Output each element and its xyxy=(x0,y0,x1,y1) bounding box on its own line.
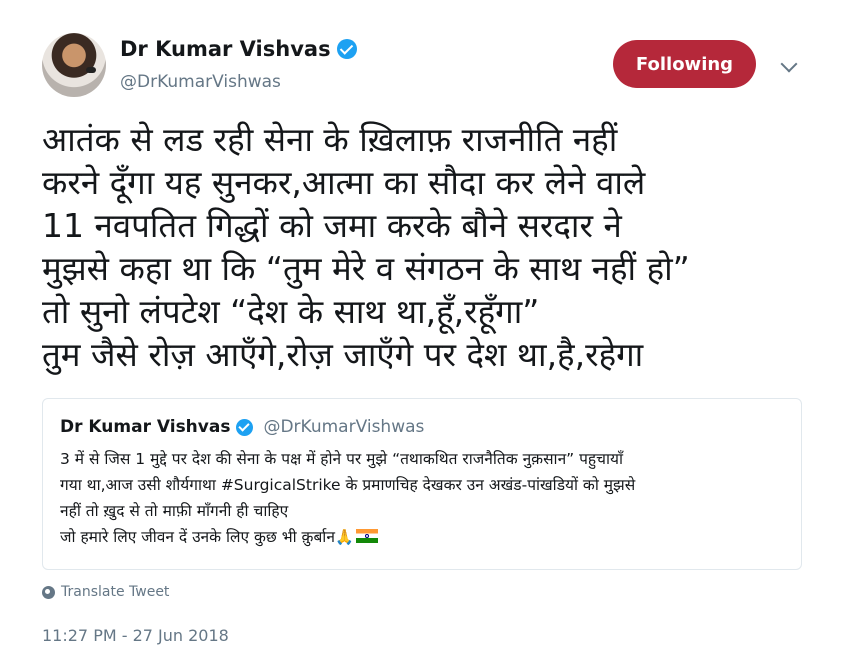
author-name-row[interactable]: Dr Kumar Vishvas xyxy=(120,37,357,61)
verified-badge-icon xyxy=(236,418,254,436)
tweet-text: आतंक से लड रही सेना के ख़िलाफ़ राजनीति न… xyxy=(42,120,690,374)
author-name[interactable]: Dr Kumar Vishvas xyxy=(120,37,331,61)
quoted-tweet[interactable]: Dr Kumar Vishvas @DrKumarVishwas 3 में स… xyxy=(42,398,802,570)
quoted-author-handle: @DrKumarVishwas xyxy=(263,417,425,437)
microphone-icon xyxy=(86,67,96,73)
author-handle[interactable]: @DrKumarVishwas xyxy=(120,72,281,92)
author-avatar[interactable] xyxy=(42,33,106,97)
globe-icon xyxy=(42,585,55,599)
tweet-timestamp[interactable]: 11:27 PM - 27 Jun 2018 xyxy=(42,626,229,645)
quoted-tweet-text: 3 में से जिस 1 मुद्दे पर देश की सेना के … xyxy=(60,446,795,550)
folded-hands-emoji: 🙏 xyxy=(334,528,354,546)
chevron-down-icon[interactable] xyxy=(780,55,798,73)
quoted-author-name: Dr Kumar Vishvas xyxy=(60,417,231,437)
translate-tweet-link[interactable]: Translate Tweet xyxy=(42,584,169,600)
verified-badge-icon xyxy=(336,39,357,59)
india-flag-icon xyxy=(355,529,378,543)
translate-tweet-label[interactable]: Translate Tweet xyxy=(61,584,169,600)
quoted-tweet-header: Dr Kumar Vishvas @DrKumarVishwas xyxy=(60,417,424,437)
following-button[interactable]: Following xyxy=(613,40,756,88)
